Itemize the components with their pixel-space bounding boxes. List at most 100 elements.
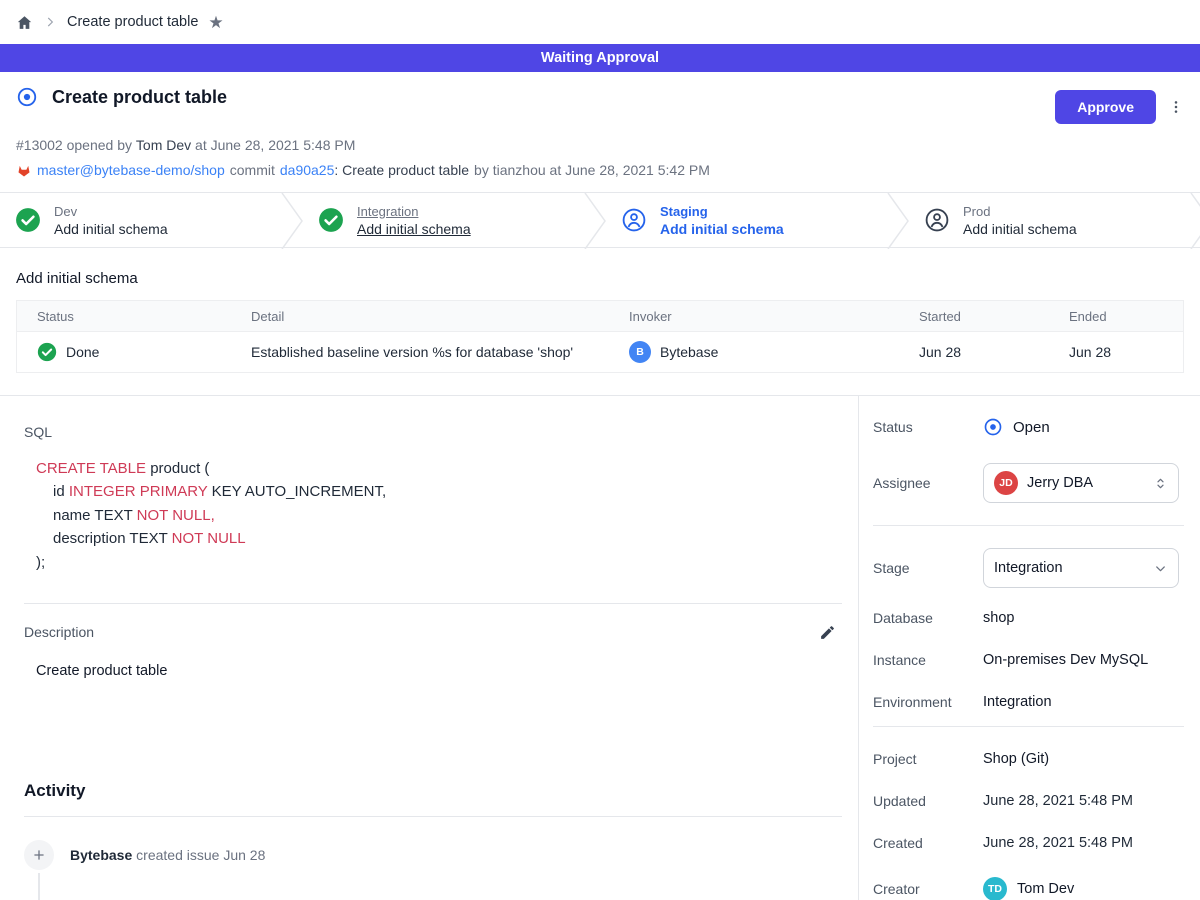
column-header-ended: Ended bbox=[1049, 309, 1183, 324]
ended-cell: Jun 28 bbox=[1049, 344, 1183, 360]
breadcrumb-chevron-icon bbox=[43, 15, 57, 29]
assignee-avatar: JD bbox=[994, 471, 1018, 495]
started-cell: Jun 28 bbox=[899, 344, 1049, 360]
activity-item: Bytebase created issue Jun 28 bbox=[24, 840, 842, 870]
detail-cell: Established baseline version %s for data… bbox=[231, 344, 609, 360]
invoker-name: Bytebase bbox=[660, 344, 718, 360]
chevron-down-icon bbox=[1153, 561, 1168, 576]
sql-line: CREATE TABLE product ( bbox=[36, 457, 842, 480]
issue-header: Create product table Approve #13002 open… bbox=[0, 72, 1200, 192]
project-value: Shop (Git) bbox=[983, 751, 1049, 767]
database-label: Database bbox=[873, 610, 983, 626]
commit-author: by tianzhou at June 28, 2021 5:42 PM bbox=[474, 162, 710, 178]
description-label: Description bbox=[24, 624, 94, 640]
invoker-avatar: B bbox=[629, 341, 651, 363]
environment-label: Environment bbox=[873, 694, 983, 710]
issue-meta: #13002 opened by Tom Dev at June 28, 202… bbox=[16, 137, 1184, 153]
home-icon[interactable] bbox=[16, 14, 33, 31]
stage-name: Staging bbox=[660, 204, 784, 219]
stage-separator bbox=[584, 193, 606, 247]
sql-line: name TEXT NOT NULL, bbox=[36, 504, 842, 527]
check-circle-icon bbox=[15, 207, 41, 233]
sidebar-divider bbox=[873, 726, 1184, 727]
column-header-invoker: Invoker bbox=[609, 309, 899, 324]
stage-select[interactable]: Integration bbox=[983, 548, 1179, 588]
assignee-row: Assignee JD Jerry DBA bbox=[873, 463, 1184, 503]
column-header-status: Status bbox=[17, 309, 231, 324]
description-body: Create product table bbox=[36, 663, 842, 679]
kebab-menu-icon[interactable] bbox=[1168, 98, 1184, 116]
activity-actor: Bytebase bbox=[70, 847, 132, 863]
commit-word: commit bbox=[230, 162, 275, 178]
stage-name: Integration bbox=[357, 204, 471, 219]
status-value: Open bbox=[983, 417, 1050, 437]
edit-pencil-icon[interactable] bbox=[819, 624, 836, 641]
user-circle-icon bbox=[621, 207, 647, 233]
issue-id: #13002 bbox=[16, 137, 63, 153]
assignee-label: Assignee bbox=[873, 475, 983, 491]
status-cell: Done bbox=[17, 342, 231, 362]
commit-branch-link[interactable]: master@bytebase-demo/shop bbox=[37, 162, 225, 178]
section-divider bbox=[24, 603, 842, 604]
stage-separator bbox=[281, 193, 303, 247]
done-check-icon bbox=[37, 342, 57, 362]
assignee-select[interactable]: JD Jerry DBA bbox=[983, 463, 1179, 503]
timeline-line bbox=[38, 873, 40, 900]
issue-author: Tom Dev bbox=[136, 137, 191, 153]
activity-title: Activity bbox=[24, 781, 842, 801]
database-value: shop bbox=[983, 610, 1014, 626]
table-row: Done Established baseline version %s for… bbox=[17, 332, 1183, 372]
activity-divider bbox=[24, 816, 842, 817]
breadcrumb-title[interactable]: Create product table bbox=[67, 14, 198, 30]
project-row: Project Shop (Git) bbox=[873, 751, 1184, 767]
sidebar-divider bbox=[873, 525, 1184, 526]
task-section: Add initial schema Status Detail Invoker… bbox=[0, 248, 1200, 395]
assignee-name: Jerry DBA bbox=[1027, 475, 1144, 491]
creator-label: Creator bbox=[873, 881, 983, 897]
stage-row: Stage Integration bbox=[873, 548, 1184, 588]
stage-name: Dev bbox=[54, 204, 168, 219]
status-row: Status Open bbox=[873, 417, 1184, 437]
column-header-started: Started bbox=[899, 309, 1049, 324]
activity-action: created issue Jun 28 bbox=[136, 847, 265, 863]
page-title: Create product table bbox=[52, 87, 227, 108]
breadcrumb: Create product table ★ bbox=[0, 0, 1200, 44]
stage-separator bbox=[1190, 193, 1200, 247]
stage-prod[interactable]: Prod Add initial schema bbox=[909, 193, 1190, 247]
creator-name: Tom Dev bbox=[1017, 881, 1074, 897]
created-label: Created bbox=[873, 835, 983, 851]
sql-line: description TEXT NOT NULL bbox=[36, 527, 842, 550]
stage-label: Stage bbox=[873, 560, 983, 576]
sql-code: CREATE TABLE product ( id INTEGER PRIMAR… bbox=[36, 457, 842, 574]
stage-task: Add initial schema bbox=[54, 221, 168, 237]
creator-avatar: TD bbox=[983, 877, 1007, 900]
task-section-title: Add initial schema bbox=[16, 270, 1184, 287]
stage-select-value: Integration bbox=[994, 560, 1144, 576]
sql-line: id INTEGER PRIMARY KEY AUTO_INCREMENT, bbox=[36, 480, 842, 503]
updated-label: Updated bbox=[873, 793, 983, 809]
approve-button[interactable]: Approve bbox=[1055, 90, 1156, 124]
updated-row: Updated June 28, 2021 5:48 PM bbox=[873, 793, 1184, 809]
gitlab-icon bbox=[16, 163, 32, 178]
creator-value: TD Tom Dev bbox=[983, 877, 1074, 900]
content-area: SQL CREATE TABLE product ( id INTEGER PR… bbox=[0, 395, 1200, 900]
column-header-detail: Detail bbox=[231, 309, 609, 324]
commit-line: master@bytebase-demo/shop commit da90a25… bbox=[16, 162, 1184, 178]
stage-task: Add initial schema bbox=[357, 221, 471, 237]
commit-hash-link[interactable]: da90a25 bbox=[280, 162, 335, 178]
stage-dev[interactable]: Dev Add initial schema bbox=[0, 193, 281, 247]
main-column: SQL CREATE TABLE product ( id INTEGER PR… bbox=[0, 396, 858, 900]
stage-staging[interactable]: Staging Add initial schema bbox=[606, 193, 887, 247]
database-row: Database shop bbox=[873, 610, 1184, 626]
favorite-star-icon[interactable]: ★ bbox=[208, 14, 223, 31]
stage-separator bbox=[887, 193, 909, 247]
open-status-icon bbox=[983, 417, 1003, 437]
stage-task: Add initial schema bbox=[660, 221, 784, 237]
stage-integration[interactable]: Integration Add initial schema bbox=[303, 193, 584, 247]
instance-label: Instance bbox=[873, 652, 983, 668]
bytebase-issue-page: Create product table ★ Waiting Approval … bbox=[0, 0, 1200, 900]
invoker-cell: B Bytebase bbox=[609, 341, 899, 363]
approval-banner-text: Waiting Approval bbox=[541, 50, 659, 66]
updated-value: June 28, 2021 5:48 PM bbox=[983, 793, 1133, 809]
issue-open-status-icon bbox=[16, 86, 38, 108]
